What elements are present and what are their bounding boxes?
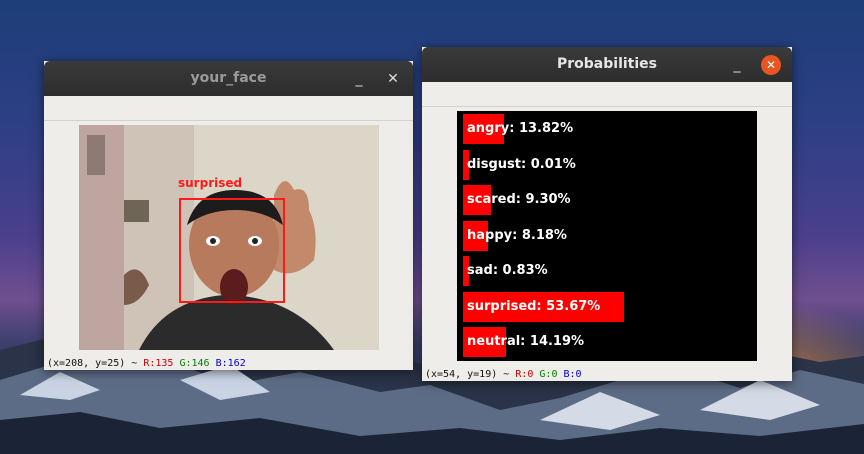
probabilities-window: Probabilities _ ✕ angry: 13.82% disgust: … <box>422 47 792 381</box>
close-button[interactable]: ✕ <box>761 55 781 75</box>
pixel-status-bar: (x=208, y=25) ~ R:135 G:146 B:162 <box>47 358 246 369</box>
pixel-status-bar: (x=54, y=19) ~ R:0 G:0 B:0 <box>425 369 582 380</box>
probability-label: happy: 8.18% <box>467 227 567 243</box>
probability-label: angry: 13.82% <box>467 121 574 136</box>
minimize-button[interactable]: _ <box>727 55 747 75</box>
status-coords: (x=208, y=25) ~ <box>47 358 144 369</box>
status-green: G:0 <box>539 369 558 380</box>
probability-label: scared: 9.30% <box>467 192 571 207</box>
probabilities-window-toolbar <box>422 82 792 107</box>
status-blue: B:0 <box>563 369 582 380</box>
probability-label: disgust: 0.01% <box>467 156 576 172</box>
face-detection-box <box>179 198 285 303</box>
face-window: your_face _ ✕ surprised (x=208, y=25) ~ … <box>44 61 413 370</box>
status-red: R:135 <box>143 358 174 369</box>
status-red: R:0 <box>515 369 534 380</box>
probabilities-canvas: angry: 13.82% disgust: 0.01% scared: 9.30%… <box>457 111 757 361</box>
probability-label: sad: 0.83% <box>467 263 548 278</box>
face-window-toolbar <box>44 96 413 121</box>
probability-label: surprised: 53.67% <box>467 298 601 314</box>
webcam-image: surprised <box>79 125 379 350</box>
face-window-titlebar[interactable]: your_face _ ✕ <box>44 61 413 96</box>
status-coords: (x=54, y=19) ~ <box>425 369 516 380</box>
minimize-button[interactable]: _ <box>349 69 369 89</box>
status-green: G:146 <box>179 358 210 369</box>
probability-label: neutral: 14.19% <box>467 334 585 349</box>
close-button[interactable]: ✕ <box>383 69 403 89</box>
probabilities-window-titlebar[interactable]: Probabilities _ ✕ <box>422 47 792 82</box>
status-blue: B:162 <box>215 358 246 369</box>
detection-label: surprised <box>178 176 243 190</box>
